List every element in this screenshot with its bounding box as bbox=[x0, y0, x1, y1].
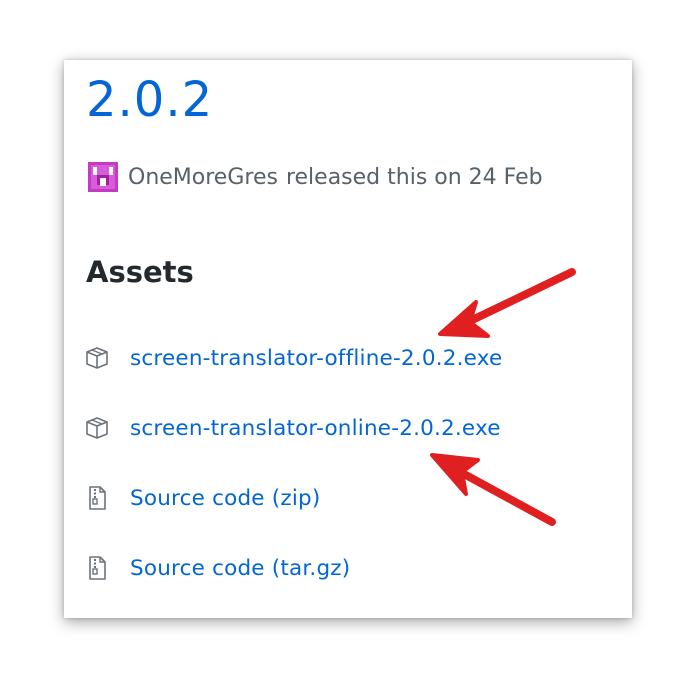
asset-item-offline-exe[interactable]: screen-translator-offline-2.0.2.exe bbox=[84, 338, 502, 378]
assets-heading: Assets bbox=[86, 255, 194, 289]
author-avatar[interactable] bbox=[88, 162, 118, 192]
release-version-link[interactable]: 2.0.2 bbox=[86, 64, 213, 136]
asset-link-online-exe[interactable]: screen-translator-online-2.0.2.exe bbox=[130, 416, 501, 441]
author-name-link[interactable]: OneMoreGres bbox=[128, 165, 278, 190]
asset-link-source-targz[interactable]: Source code (tar.gz) bbox=[130, 556, 350, 581]
file-zip-icon bbox=[89, 556, 106, 580]
asset-item-source-targz[interactable]: Source code (tar.gz) bbox=[84, 548, 350, 588]
released-date-text: released this on 24 Feb bbox=[285, 164, 543, 190]
package-icon bbox=[86, 417, 108, 439]
file-zip-icon bbox=[89, 486, 106, 510]
release-card: 2.0.2 OneMoreGres released this on 24 Fe… bbox=[64, 60, 632, 618]
asset-link-offline-exe[interactable]: screen-translator-offline-2.0.2.exe bbox=[130, 346, 502, 371]
release-author-line: OneMoreGres released this on 24 Feb bbox=[88, 160, 543, 194]
asset-item-source-zip[interactable]: Source code (zip) bbox=[84, 478, 320, 518]
package-icon bbox=[86, 347, 108, 369]
asset-link-source-zip[interactable]: Source code (zip) bbox=[130, 486, 320, 511]
asset-item-online-exe[interactable]: screen-translator-online-2.0.2.exe bbox=[84, 408, 501, 448]
screenshot-stage: 2.0.2 OneMoreGres released this on 24 Fe… bbox=[0, 0, 696, 680]
